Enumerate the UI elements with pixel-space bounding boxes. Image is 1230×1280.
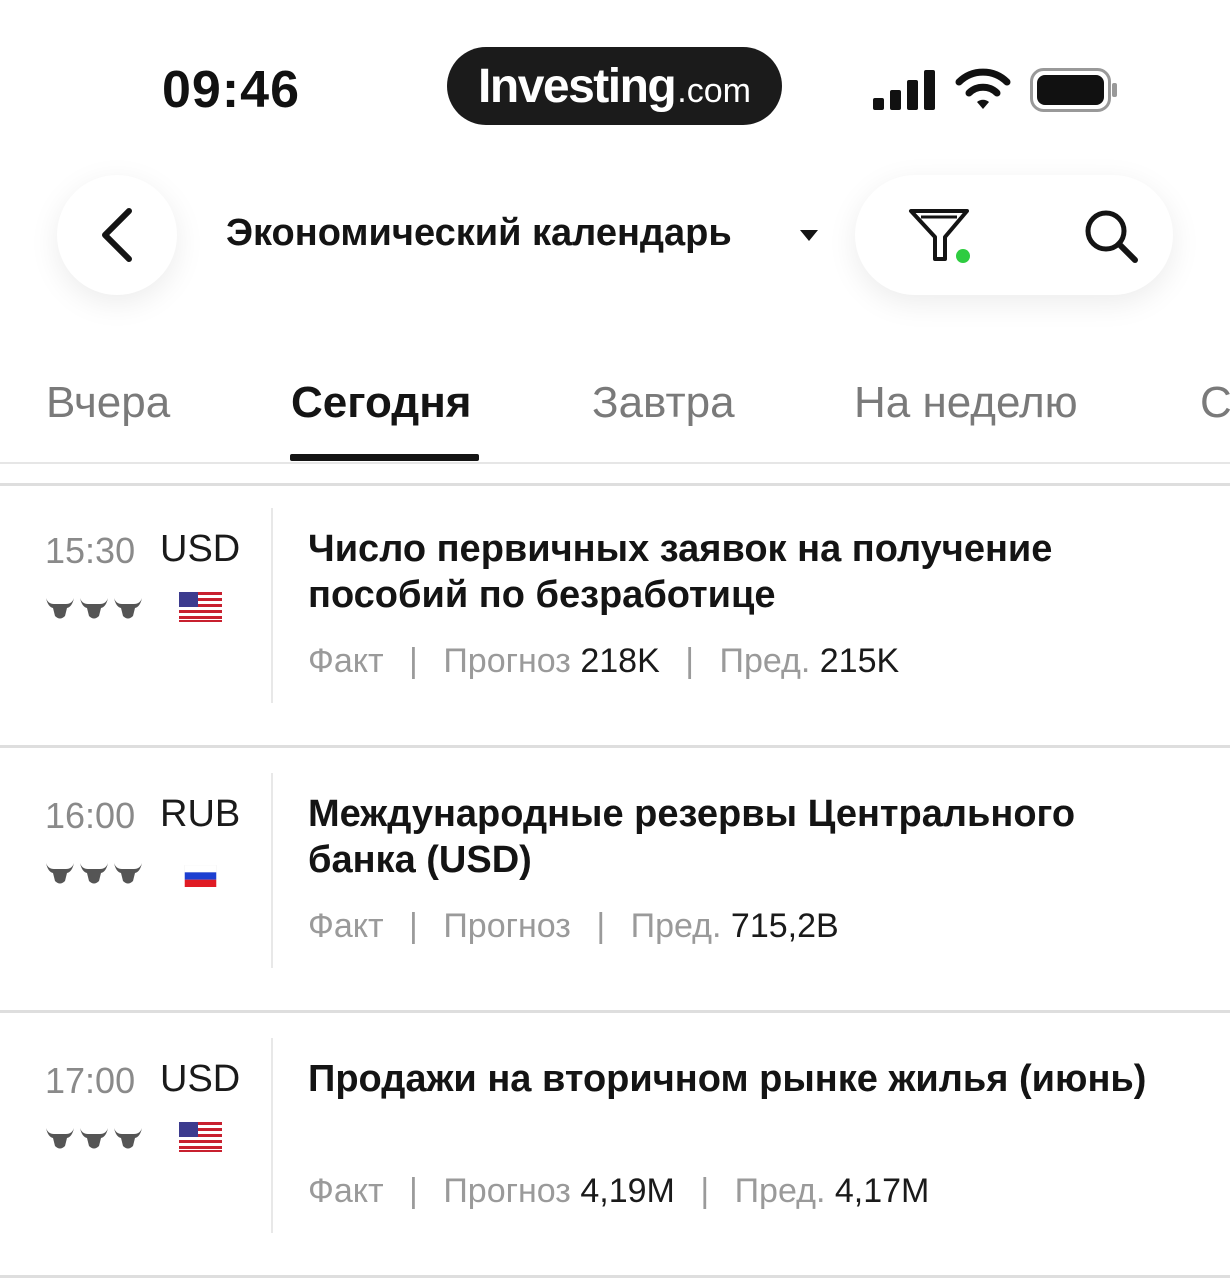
tab-more[interactable]: С: [1200, 378, 1230, 428]
search-icon[interactable]: [1083, 208, 1139, 264]
forecast-label: Прогноз: [443, 642, 571, 680]
meta-separator: |: [596, 907, 606, 945]
event-divider: [271, 773, 273, 968]
forecast-label: Прогноз: [443, 907, 571, 945]
bull-icon: [80, 598, 108, 619]
previous-value: 715,2B: [730, 907, 839, 945]
event-currency: RUB: [160, 793, 241, 835]
event-currency: USD: [160, 528, 241, 570]
importance-rating: [45, 592, 145, 622]
meta-separator: |: [685, 642, 695, 680]
event-title: Продажи на вторичном рынке жилья (июнь): [308, 1058, 1147, 1100]
forecast-value: 218K: [580, 642, 660, 680]
meta-separator: |: [409, 1172, 418, 1210]
bull-icon: [46, 1128, 74, 1149]
flag-us-icon: [179, 1122, 222, 1152]
previous-label: Пред.: [719, 642, 811, 680]
flag-us-icon: [179, 592, 222, 622]
event-divider: [271, 508, 273, 703]
bull-icon: [46, 863, 74, 884]
previous-label: Пред.: [630, 907, 722, 945]
bull-icon: [114, 1128, 142, 1149]
event-row[interactable]: 15:30 USD Число первичных заявок на полу…: [0, 508, 1230, 738]
event-row[interactable]: 17:00 USD Продажи на вторичном рынке жил…: [0, 1038, 1230, 1268]
brand-logo: Investing .com: [447, 47, 782, 125]
flag-ru-icon: [184, 865, 217, 887]
actual-label: Факт: [308, 642, 384, 680]
bull-icon: [114, 598, 142, 619]
previous-label: Пред.: [734, 1172, 826, 1210]
row-divider: [0, 745, 1230, 748]
section-divider: [0, 483, 1230, 486]
app-header: Экономический календарь: [0, 150, 1230, 340]
date-tabs: Вчера Сегодня Завтра На неделю С: [0, 350, 1230, 464]
bull-icon: [46, 598, 74, 619]
brand-suffix: .com: [677, 71, 751, 110]
active-tab-indicator: [290, 454, 479, 461]
event-time: 16:00: [45, 795, 136, 836]
wifi-icon: [955, 68, 1011, 109]
event-time: 17:00: [45, 1060, 136, 1101]
page-title[interactable]: Экономический календарь: [226, 212, 732, 255]
meta-separator: |: [409, 642, 418, 680]
chevron-left-icon: [102, 208, 132, 262]
filter-icon[interactable]: [907, 205, 975, 267]
event-values: Факт | Прогноз | Пред. 715,2B: [308, 907, 839, 946]
row-divider: [0, 1010, 1230, 1013]
importance-rating: [45, 857, 145, 887]
row-divider: [0, 1275, 1230, 1278]
forecast-label: Прогноз: [443, 1172, 571, 1210]
caret-down-icon[interactable]: [800, 230, 818, 242]
actual-label: Факт: [308, 1172, 384, 1210]
previous-value: 215K: [819, 642, 900, 680]
bull-icon: [114, 863, 142, 884]
forecast-value: 4,19M: [580, 1172, 675, 1210]
tab-today[interactable]: Сегодня: [291, 378, 471, 428]
brand-name: Investing: [478, 59, 677, 113]
previous-value: 4,17M: [834, 1172, 930, 1210]
importance-rating: [45, 1122, 145, 1152]
meta-separator: |: [700, 1172, 710, 1210]
tab-tomorrow[interactable]: Завтра: [592, 378, 735, 428]
event-row[interactable]: 16:00 RUB Международные резервы Централь…: [0, 773, 1230, 1003]
status-time: 09:46: [162, 61, 300, 119]
battery-icon: [1030, 68, 1117, 112]
event-currency: USD: [160, 1058, 241, 1100]
event-divider: [271, 1038, 273, 1233]
event-values: Факт | Прогноз 218K | Пред. 215K: [308, 642, 899, 681]
header-actions: [855, 175, 1173, 295]
bull-icon: [80, 1128, 108, 1149]
event-title: Число первичных заявок на получение посо…: [308, 528, 1053, 616]
tab-week[interactable]: На неделю: [854, 378, 1078, 428]
back-button[interactable]: [57, 175, 177, 295]
actual-label: Факт: [308, 907, 384, 945]
bull-icon: [80, 863, 108, 884]
tab-yesterday[interactable]: Вчера: [46, 378, 170, 428]
cellular-signal-icon: [873, 70, 935, 110]
event-values: Факт | Прогноз 4,19M | Пред. 4,17M: [308, 1172, 929, 1211]
meta-separator: |: [409, 907, 418, 945]
event-time: 15:30: [45, 530, 136, 571]
event-title: Международные резервы Центрального банка…: [308, 793, 1076, 881]
